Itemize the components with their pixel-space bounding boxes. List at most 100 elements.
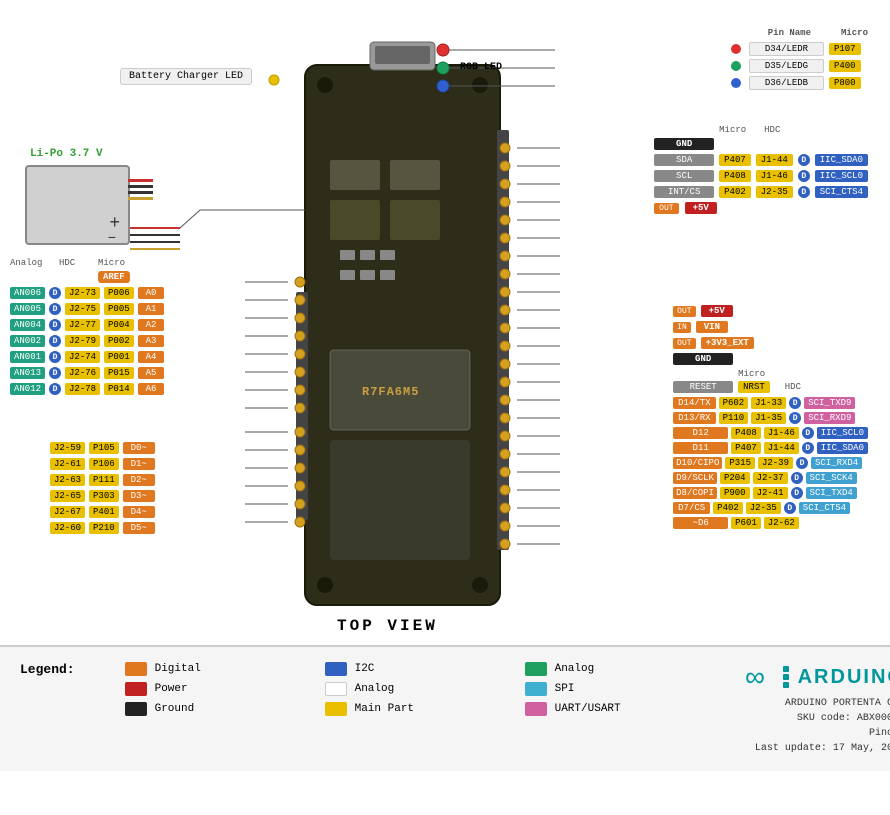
left-d2: J2-63 P111 D2~ [50,474,155,486]
d11-micro: P407 [731,442,761,454]
p005-badge: P005 [104,303,134,315]
battery-box: + − [25,165,130,245]
an006-badge: AN006 [10,287,45,299]
legend-grid: Digital I2C Analog Power Analog [125,662,705,716]
a1-d: D [49,303,61,315]
pin-row-d36: D36/LEDB P800 [731,76,868,90]
d0-label: D0~ [123,442,155,454]
5v-badge: +5V [685,202,717,214]
d7-d: D [784,502,796,514]
d14-hdc: J1-33 [751,397,786,409]
r-d7: D7/CS P402 J2-35 D SCI_CTS4 [673,502,868,514]
j273-badge: J2-73 [65,287,100,299]
a3-d: D [49,335,61,347]
d11-hdc: J1-44 [764,442,799,454]
pin-d34-micro: P107 [829,43,861,55]
in-badge: IN [673,322,691,333]
legend-analog-green: Analog [525,662,705,676]
3v3ext-badge: +3V3_EXT [701,337,754,349]
d12-hdc: J1-46 [764,427,799,439]
j265-badge: J2-65 [50,490,85,502]
j274-badge: J2-74 [65,351,100,363]
r-gnd-mid: GND [673,353,868,365]
ground-label: Ground [155,703,195,715]
5v-out-badge: OUT [654,203,678,214]
left-a5: AN013 D J2-76 P015 A5 [10,367,164,379]
d3-label: D3~ [123,490,155,502]
analog-green-label: Analog [555,663,595,675]
analog-green-color [525,662,547,676]
led-b-dot [731,78,741,88]
r-d9: D9/SCLK P204 J2-37 D SCI_SCK4 [673,472,868,484]
reset-badge: RESET [673,381,733,393]
an005-badge: AN005 [10,303,45,315]
legend-analog-outline: Analog [325,682,505,696]
an002-badge: AN002 [10,335,45,347]
left-a6: AN012 D J2-78 P014 A6 [10,383,164,395]
d13-func: SCI_RXD9 [804,412,855,424]
p001-badge: P001 [104,351,134,363]
r-d6: ~D6 P601 J2-62 [673,517,868,529]
right-pin-5v-top: OUT +5V [654,202,868,214]
j279-badge: J2-79 [65,335,100,347]
j277-badge: J2-77 [65,319,100,331]
d8-func: SCI_TXD4 [806,487,857,499]
pin-d35-name: D35/LEDG [749,59,824,73]
digital-color [125,662,147,676]
left-a2: AN004 D J2-77 P004 A2 [10,319,164,331]
j261-badge: J2-61 [50,458,85,470]
a2-d: D [49,319,61,331]
d11-badge: D11 [673,442,728,454]
d14-badge: D14/TX [673,397,715,409]
pin-d36-micro: P800 [829,77,861,89]
d9-badge: D9/SCLK [673,472,717,484]
d14-func: SCI_TXD9 [804,397,855,409]
d12-micro: P408 [731,427,761,439]
j260-badge: J2-60 [50,522,85,534]
an013-badge: AN013 [10,367,45,379]
hdc-header-left: HDC [59,258,94,268]
uart-color [525,702,547,716]
d10-d: D [796,457,808,469]
analog-header: Analog [10,258,55,268]
out-badge-2: OUT [673,338,695,349]
battery-minus: − [108,229,116,245]
intcs-micro: P402 [719,186,751,198]
svg-text:∞: ∞ [745,662,765,692]
left-a1: AN005 D J2-75 P005 A1 [10,303,164,315]
r-5v-out: OUT +5V [673,305,868,317]
legend-ground: Ground [125,702,305,716]
d6-micro: P601 [731,517,761,529]
d6-hdc: J2-62 [764,517,799,529]
p105-badge: P105 [89,442,119,454]
sda-d-badge: D [798,154,810,166]
d8-micro: P900 [720,487,750,499]
legend-spi: SPI [525,682,705,696]
pin-row-d35: D35/LEDG P400 [731,59,868,73]
j276-badge: J2-76 [65,367,100,379]
d7-hdc: J2-35 [746,502,781,514]
p004-badge: P004 [104,319,134,331]
d13-d: D [789,412,801,424]
a3-label: A3 [138,335,165,347]
d13-micro: P110 [719,412,749,424]
a6-d: D [49,383,61,395]
analog-outline-color [325,682,347,696]
r-d12: D12 P408 J1-46 D IIC_SCL0 [673,427,868,439]
r-d8: D8/COPI P900 J2-41 D SCI_TXD4 [673,487,868,499]
scl-d-badge: D [798,170,810,182]
left-a0: AN006 D J2-73 P006 A0 [10,287,164,299]
j259-badge: J2-59 [50,442,85,454]
vin-badge: VIN [696,321,728,333]
d11-d: D [802,442,814,454]
d2-label: D2~ [123,474,155,486]
right-top-pins: Micro HDC GND SDA P407 J1-44 D IIC_SDA0 … [654,125,868,218]
sda-func: IIC_SDA0 [815,154,868,166]
sda-micro: P407 [719,154,751,166]
r-5v-badge: +5V [701,305,733,317]
arduino-brand: ARDUINO [798,666,890,689]
scl-func: IIC_SCL0 [815,170,868,182]
d9-func: SCI_SCK4 [806,472,857,484]
reset-micro: NRST [738,381,770,393]
a1-label: A1 [138,303,165,315]
